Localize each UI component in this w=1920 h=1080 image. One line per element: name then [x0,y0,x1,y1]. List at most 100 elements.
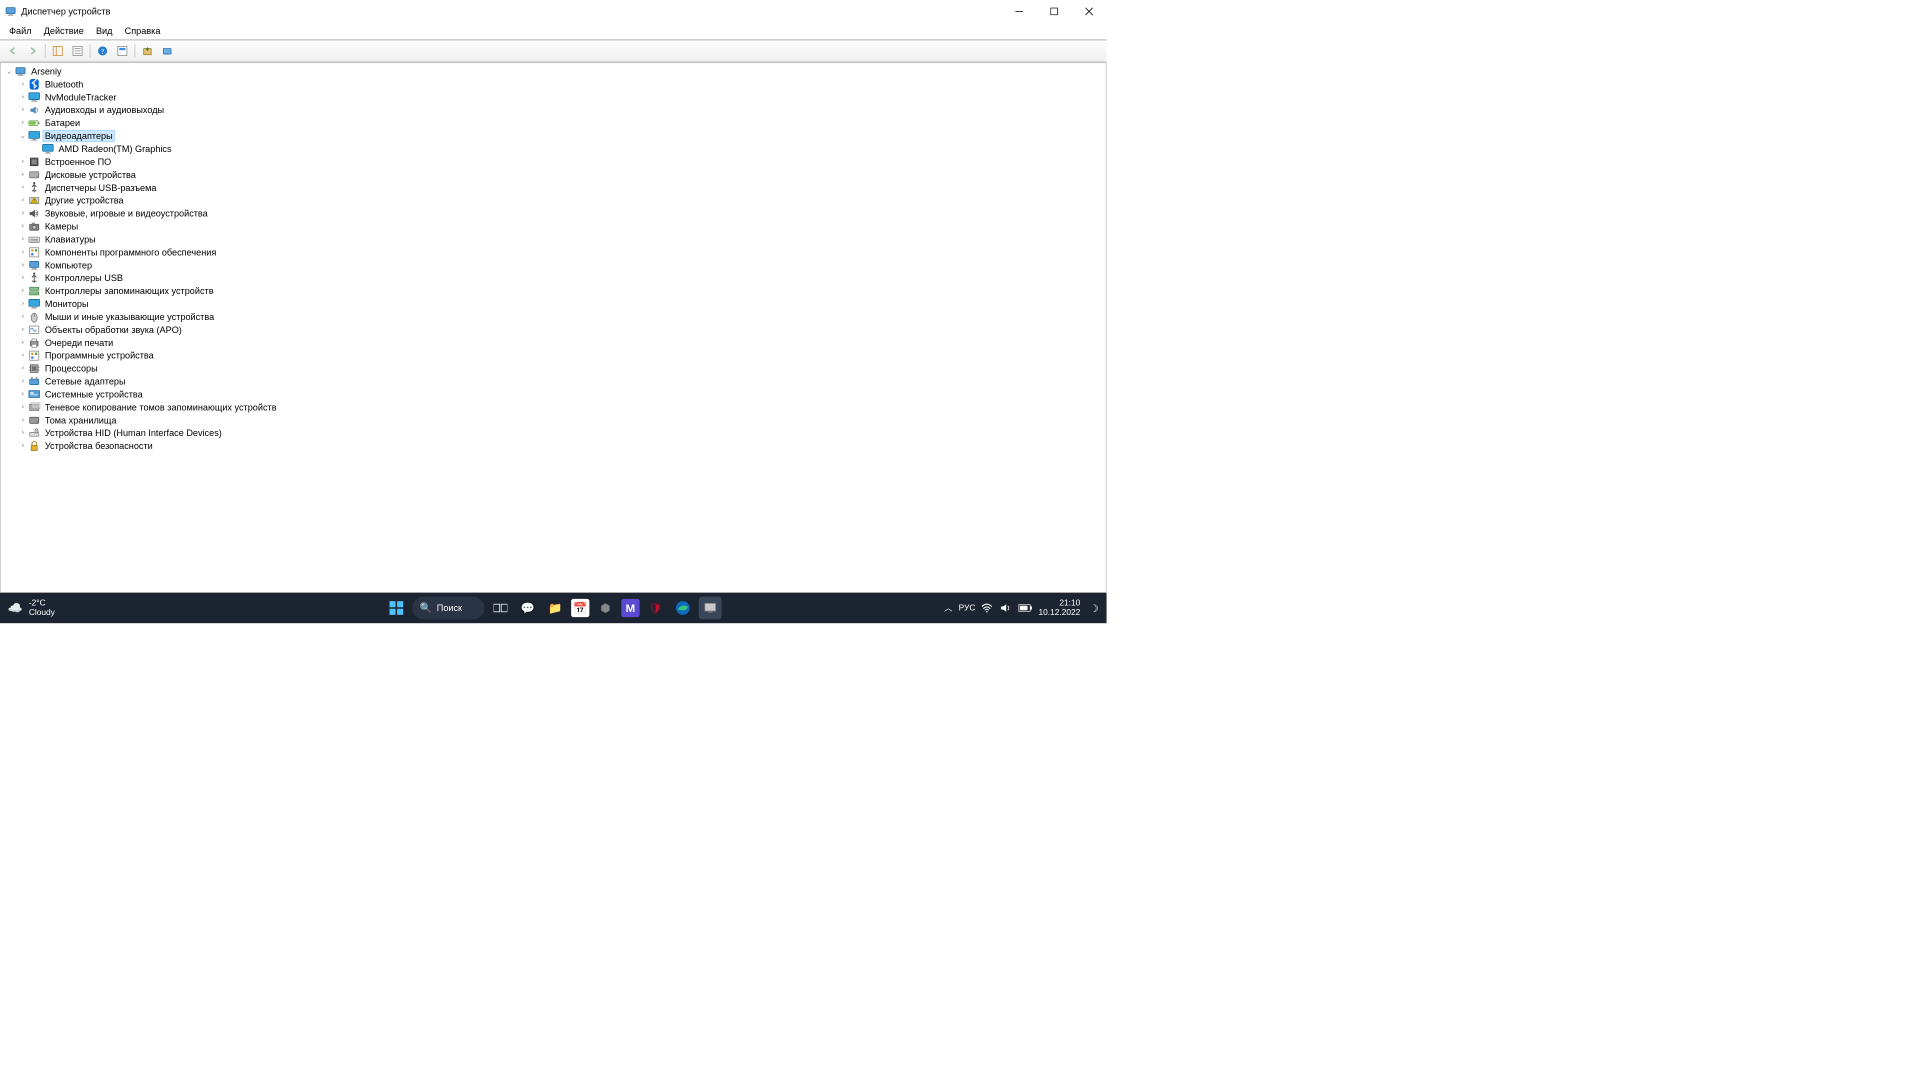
expand-toggle[interactable]: › [17,326,28,334]
menu-view[interactable]: Вид [90,24,119,38]
expand-toggle[interactable]: › [17,235,28,243]
action-button[interactable] [113,43,131,60]
expand-toggle[interactable]: › [17,377,28,385]
expand-toggle[interactable]: › [17,222,28,230]
mcafee-button[interactable]: 🛡 [644,597,667,620]
taskbar-weather[interactable]: ☁️ -2°C Cloudy [0,599,55,617]
tree-category-12[interactable]: ›Компоненты программного обеспечения [4,245,1106,258]
tray-chevron-icon[interactable]: ︿ [944,602,952,614]
language-indicator[interactable]: РУС [959,603,976,612]
expand-toggle[interactable]: › [17,442,28,450]
expand-toggle[interactable]: › [17,184,28,192]
notification-button[interactable]: ☽ [1086,602,1102,615]
expand-toggle[interactable]: › [17,429,28,437]
tree-item-label: Клавиатуры [43,234,97,245]
calendar-button[interactable]: 📅 [571,599,589,617]
show-hide-console-tree-button[interactable] [49,43,67,60]
expand-toggle[interactable]: › [17,274,28,282]
tree-category-10[interactable]: ›Камеры [4,220,1106,233]
tree-category-16[interactable]: ›Мониторы [4,297,1106,310]
expand-toggle[interactable]: › [17,248,28,256]
expand-toggle[interactable]: › [17,93,28,101]
expand-toggle[interactable]: › [17,261,28,269]
tree-category-1[interactable]: ›NvModuleTracker [4,90,1106,103]
tree-category-5[interactable]: ›Встроенное ПО [4,155,1106,168]
tree-category-13[interactable]: ›Компьютер [4,258,1106,271]
taskbar-clock[interactable]: 21:10 10.12.2022 [1038,599,1080,617]
weather-desc: Cloudy [29,608,55,617]
tree-category-18[interactable]: ›Объекты обработки звука (APO) [4,323,1106,336]
taskbar-search[interactable]: 🔍 Поиск [412,597,484,620]
start-button[interactable] [385,597,408,620]
expand-toggle[interactable]: ⌄ [17,132,28,140]
properties-button[interactable] [68,43,86,60]
scan-hardware-button[interactable] [158,43,176,60]
expand-toggle[interactable]: › [17,158,28,166]
expand-toggle[interactable]: › [17,300,28,308]
close-button[interactable] [1072,0,1107,23]
tree-category-8[interactable]: ›!Другие устройства [4,194,1106,207]
tree-category-15[interactable]: ›Контроллеры запоминающих устройств [4,284,1106,297]
chat-button[interactable]: 💬 [516,597,539,620]
tree-category-2[interactable]: ›Аудиовходы и аудиовыходы [4,103,1106,116]
minimize-button[interactable] [1002,0,1037,23]
back-button[interactable] [4,43,22,60]
tree-item-label: Программные устройства [43,350,155,361]
expand-toggle[interactable]: › [17,171,28,179]
tree-item-label: Диспетчеры USB-разъема [43,182,158,193]
tree-device-4-0[interactable]: AMD Radeon(TM) Graphics [4,142,1106,155]
update-driver-button[interactable] [138,43,156,60]
tree-category-4[interactable]: ⌄Видеоадаптеры [4,129,1106,142]
tree-category-25[interactable]: › Тома хранилища [4,413,1106,426]
tree-category-6[interactable]: ›Дисковые устройства [4,168,1106,181]
expand-toggle[interactable]: › [17,287,28,295]
tree-category-14[interactable]: ›Контроллеры USB [4,271,1106,284]
tree-category-22[interactable]: ›Сетевые адаптеры [4,375,1106,388]
expand-toggle[interactable]: › [17,339,28,347]
app-button-1[interactable]: ⬢ [594,597,617,620]
expand-toggle[interactable]: › [17,119,28,127]
expand-toggle[interactable]: › [17,390,28,398]
menu-action[interactable]: Действие [38,24,90,38]
tree-category-9[interactable]: ›Звуковые, игровые и видеоустройства [4,207,1106,220]
expand-toggle[interactable]: › [17,352,28,360]
tree-category-3[interactable]: ›Батареи [4,116,1106,129]
toolbar-wrap: ? [0,40,1107,63]
app-button-2[interactable]: M [621,599,639,617]
tree-category-24[interactable]: ›Теневое копирование томов запоминающих … [4,401,1106,414]
expand-toggle[interactable]: › [17,80,28,88]
help-button[interactable]: ? [93,43,111,60]
edge-button[interactable] [671,597,694,620]
expand-toggle[interactable]: ⌄ [4,67,15,75]
tree-category-26[interactable]: ›Устройства HID (Human Interface Devices… [4,426,1106,439]
tree-category-21[interactable]: ›Процессоры [4,362,1106,375]
expand-toggle[interactable]: › [17,106,28,114]
expand-toggle[interactable]: › [17,209,28,217]
maximize-button[interactable] [1037,0,1072,23]
device-tree-pane[interactable]: ⌄Arseniy›Bluetooth›NvModuleTracker›Аудио… [0,62,1107,592]
system-tray[interactable] [981,603,1032,612]
device-manager-taskbar-button[interactable] [699,597,722,620]
monitor-icon [28,91,40,103]
expand-toggle[interactable]: › [17,416,28,424]
expand-toggle[interactable]: › [17,364,28,372]
volume-icon [1000,603,1011,612]
tree-category-19[interactable]: ›Очереди печати [4,336,1106,349]
tree-item-label: Тома хранилища [43,415,118,426]
tree-category-23[interactable]: ›Системные устройства [4,388,1106,401]
expand-toggle[interactable]: › [17,196,28,204]
tree-root[interactable]: ⌄Arseniy [4,65,1106,78]
tree-category-7[interactable]: › Диспетчеры USB-разъема [4,181,1106,194]
expand-toggle[interactable]: › [17,403,28,411]
menu-help[interactable]: Справка [119,24,167,38]
tree-category-20[interactable]: › Программные устройства [4,349,1106,362]
tree-category-0[interactable]: ›Bluetooth [4,78,1106,91]
expand-toggle[interactable]: › [17,313,28,321]
tree-category-27[interactable]: ›Устройства безопасности [4,439,1106,452]
task-view-button[interactable] [489,597,512,620]
file-explorer-button[interactable]: 📁 [544,597,567,620]
tree-category-11[interactable]: › Клавиатуры [4,233,1106,246]
menu-file[interactable]: Файл [3,24,38,38]
tree-category-17[interactable]: ›Мыши и иные указывающие устройства [4,310,1106,323]
forward-button[interactable] [24,43,42,60]
